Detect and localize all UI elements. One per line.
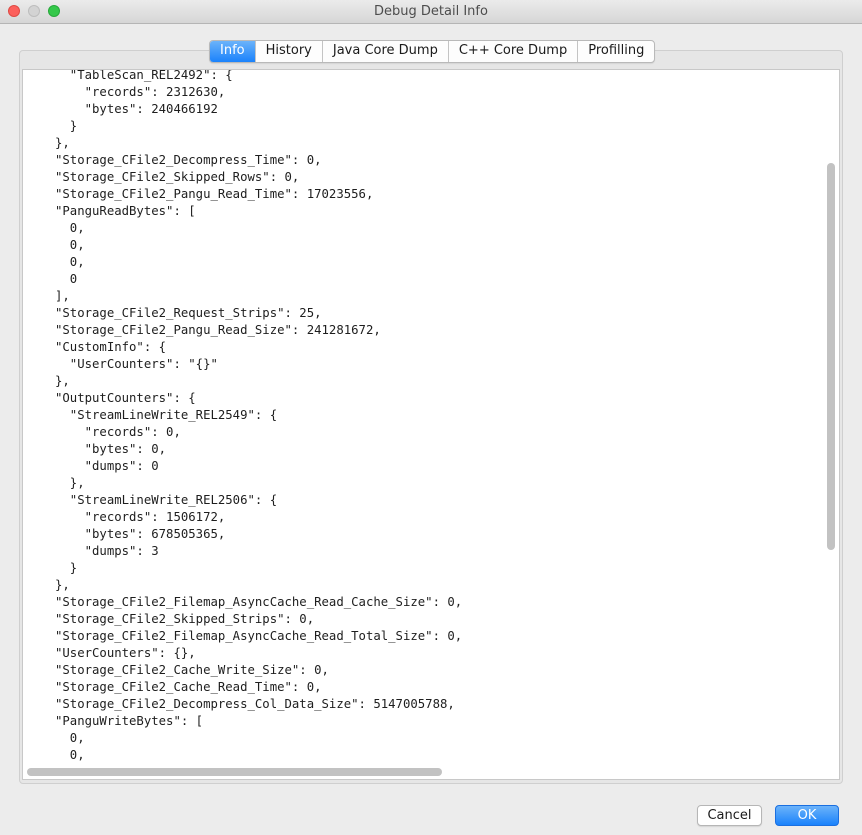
tab-java-core-dump[interactable]: Java Core Dump (321, 41, 448, 62)
vertical-scrollbar-thumb[interactable] (827, 163, 835, 550)
window-title: Debug Detail Info (374, 4, 488, 19)
tab-profilling[interactable]: Profilling (577, 41, 654, 62)
ok-button[interactable]: OK (775, 805, 839, 826)
horizontal-scrollbar-thumb[interactable] (27, 768, 442, 776)
debug-info-text-area[interactable]: "TableScan_REL2492": { "records": 231263… (22, 69, 840, 780)
tab-info[interactable]: Info (210, 41, 255, 62)
title-bar: Debug Detail Info (0, 0, 862, 24)
tab-history[interactable]: History (254, 41, 322, 62)
tab-cpp-core-dump[interactable]: C++ Core Dump (447, 41, 577, 62)
debug-json-text[interactable]: "TableScan_REL2492": { "records": 231263… (55, 70, 462, 764)
tab-bar: Info History Java Core Dump C++ Core Dum… (209, 40, 656, 63)
cancel-button[interactable]: Cancel (697, 805, 762, 826)
